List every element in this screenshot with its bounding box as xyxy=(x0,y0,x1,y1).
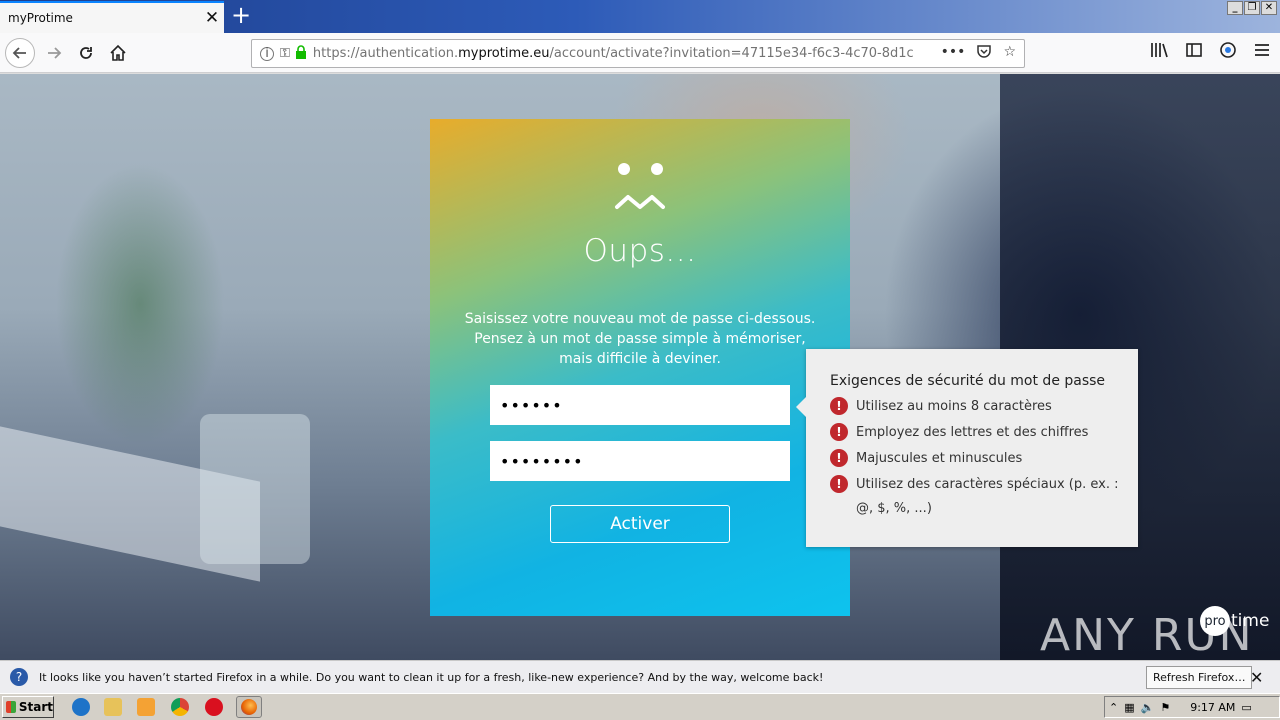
show-desktop-icon[interactable]: ▭ xyxy=(1241,701,1251,714)
action-center-flag-icon[interactable]: ⚑ xyxy=(1160,701,1170,714)
instructions-line-2: Pensez à un mot de passe simple à mémori… xyxy=(474,331,806,347)
network-icon[interactable]: ▦ xyxy=(1124,701,1134,714)
lock-icon xyxy=(295,44,307,63)
requirement-text: Employez des lettres et des chiffres xyxy=(856,425,1089,440)
home-button[interactable] xyxy=(104,39,132,67)
instructions: Saisissez votre nouveau mot de passe ci-… xyxy=(450,309,830,369)
new-password-input[interactable]: •••••• xyxy=(490,385,790,425)
key-icon[interactable]: ⚿ xyxy=(280,46,290,61)
confirm-password-input[interactable]: •••••••• xyxy=(490,441,790,481)
sad-face-icon xyxy=(615,163,665,209)
activate-button[interactable]: Activer xyxy=(550,505,730,543)
notification-close-icon[interactable]: ✕ xyxy=(1250,668,1263,687)
back-button[interactable] xyxy=(5,38,35,68)
address-bar[interactable]: i ⚿ https://authentication.myprotime.eu/… xyxy=(251,39,1025,68)
error-icon: ! xyxy=(830,397,848,415)
firefox-notification-bar: ? It looks like you haven’t started Fire… xyxy=(0,660,1280,693)
firefox-icon xyxy=(241,699,257,715)
popup-arrow xyxy=(796,397,806,417)
navigation-toolbar: i ⚿ https://authentication.myprotime.eu/… xyxy=(0,33,1280,73)
requirement-text: Utilisez au moins 8 caractères xyxy=(856,399,1052,414)
system-tray: ⌃ ▦ 🔈 ⚑ 9:17 AM ▭ xyxy=(1104,696,1280,718)
bookmark-star-icon[interactable]: ☆ xyxy=(1003,44,1016,62)
refresh-firefox-button[interactable]: Refresh Firefox… xyxy=(1146,666,1253,689)
protime-logo-pro: pro xyxy=(1200,606,1230,636)
new-tab-button[interactable]: + xyxy=(228,3,254,29)
account-icon[interactable] xyxy=(1220,42,1236,62)
url-domain: myprotime.eu xyxy=(458,46,550,61)
ie-icon[interactable] xyxy=(72,698,90,716)
page-content: Oups... Saisissez votre nouveau mot de p… xyxy=(0,74,1280,660)
url-text[interactable]: https://authentication.myprotime.eu/acco… xyxy=(313,46,913,61)
notification-message: It looks like you haven’t started Firefo… xyxy=(39,670,824,684)
background-glass xyxy=(200,414,310,564)
help-icon: ? xyxy=(10,668,28,686)
error-icon: ! xyxy=(830,475,848,493)
page-actions-icon[interactable]: ••• xyxy=(941,44,966,62)
forward-button[interactable] xyxy=(40,39,68,67)
protime-logo: pro time xyxy=(1200,606,1269,636)
volume-icon[interactable]: 🔈 xyxy=(1141,701,1155,714)
password-requirements-popup: Exigences de sécurité du mot de passe ! … xyxy=(796,349,1138,547)
menu-icon[interactable] xyxy=(1254,42,1270,62)
library-icon[interactable] xyxy=(1150,42,1168,62)
tab-strip: myProtime ✕ + _ ❐ ✕ xyxy=(0,0,1280,33)
tab-close-icon[interactable]: ✕ xyxy=(200,8,224,28)
instructions-line-1: Saisissez votre nouveau mot de passe ci-… xyxy=(464,311,816,327)
start-label: Start xyxy=(18,700,53,714)
browser-tab[interactable]: myProtime ✕ xyxy=(0,1,224,33)
requirement-text: Majuscules et minuscules xyxy=(856,451,1023,466)
tab-title: myProtime xyxy=(8,11,73,25)
requirement-item: ! Employez des lettres et des chiffres xyxy=(830,421,1138,445)
opera-icon[interactable] xyxy=(205,698,223,716)
requirement-item: ! Utilisez des caractères spéciaux (p. e… xyxy=(830,473,1138,521)
url-path: /account/activate?invitation=47115e34-f6… xyxy=(549,46,913,61)
instructions-line-3: mais difficile à deviner. xyxy=(559,351,721,367)
requirement-item: ! Majuscules et minuscules xyxy=(830,447,1138,471)
start-button[interactable]: Start xyxy=(2,696,54,718)
clock: 9:17 AM xyxy=(1190,700,1236,714)
chrome-icon[interactable] xyxy=(171,698,189,716)
media-player-icon[interactable] xyxy=(137,698,155,716)
url-prefix: https://authentication. xyxy=(312,46,459,61)
firefox-taskbar-button[interactable] xyxy=(236,696,262,718)
forward-arrow-icon xyxy=(48,47,62,59)
restore-icon[interactable]: ❐ xyxy=(1244,1,1260,15)
minimize-icon[interactable]: _ xyxy=(1227,1,1243,15)
requirement-text: Utilisez des caractères spéciaux (p. ex.… xyxy=(856,477,1119,516)
back-arrow-icon xyxy=(12,47,26,59)
home-icon xyxy=(110,44,126,61)
explorer-folder-icon[interactable] xyxy=(104,698,122,716)
card-title: Oups... xyxy=(583,233,697,269)
requirements-title: Exigences de sécurité du mot de passe xyxy=(830,373,1106,389)
window-controls: _ ❐ ✕ xyxy=(1227,1,1277,15)
windows-logo-icon xyxy=(6,701,16,713)
requirement-item: ! Utilisez au moins 8 caractères xyxy=(830,395,1138,419)
tray-expand-icon[interactable]: ⌃ xyxy=(1109,701,1118,714)
error-icon: ! xyxy=(830,423,848,441)
activation-card: Oups... Saisissez votre nouveau mot de p… xyxy=(430,119,850,616)
reload-button[interactable] xyxy=(72,39,100,67)
sidebar-icon[interactable] xyxy=(1186,42,1202,62)
protime-logo-time: time xyxy=(1231,611,1270,631)
error-icon: ! xyxy=(830,449,848,467)
info-icon[interactable]: i xyxy=(260,46,274,61)
pocket-icon[interactable] xyxy=(977,44,992,62)
close-window-icon[interactable]: ✕ xyxy=(1261,1,1277,15)
windows-taskbar: Start ⌃ ▦ 🔈 ⚑ 9:17 AM ▭ xyxy=(0,693,1280,720)
reload-icon xyxy=(80,47,92,59)
